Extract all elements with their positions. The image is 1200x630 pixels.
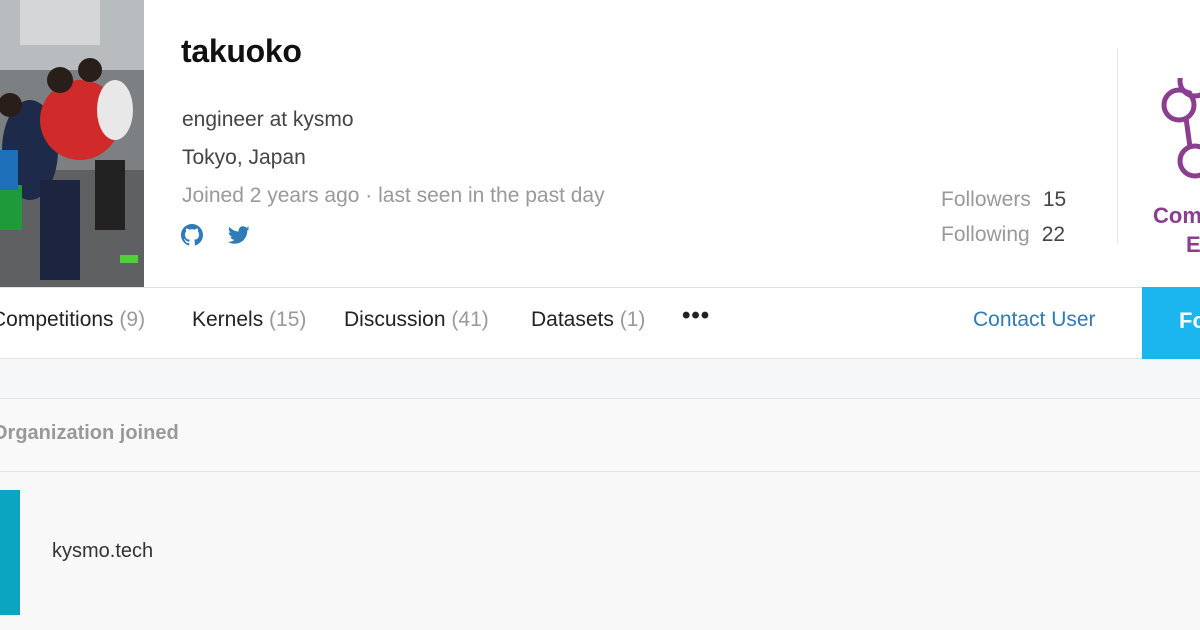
followers-label: Followers — [941, 187, 1031, 211]
organizations-section: Organization joined kysmo.tech — [0, 399, 1200, 630]
tier-badge-icon — [1150, 63, 1200, 193]
joined-status: Joined 2 years ago · last seen in the pa… — [182, 184, 605, 207]
tier-label-line2: E — [1186, 232, 1200, 257]
section-title: Organization joined — [0, 422, 179, 444]
followers-count: 15 — [1042, 187, 1067, 211]
tab-competitions[interactable]: Competitions (9) — [0, 308, 145, 332]
header-divider — [1117, 48, 1118, 243]
organization-logo[interactable] — [0, 490, 20, 615]
tier-label-line1: Com — [1153, 203, 1200, 228]
github-icon[interactable] — [181, 224, 203, 246]
following-label: Following — [941, 222, 1030, 246]
organizations-header: Organization joined — [0, 399, 1200, 472]
tab-label: Kernels — [192, 308, 264, 331]
follow-stats: Followers 15 Following 22 — [941, 182, 1066, 252]
username: takuoko — [181, 33, 302, 69]
tab-datasets[interactable]: Datasets (1) — [531, 308, 645, 332]
tab-count: (1) — [619, 308, 646, 331]
profile-header: takuoko engineer at kysmo Tokyo, Japan J… — [0, 0, 1200, 287]
more-menu-icon[interactable]: ••• — [682, 302, 710, 330]
social-links — [181, 224, 250, 246]
tab-label: Competitions — [0, 308, 114, 331]
tab-count: (9) — [119, 308, 146, 331]
bio: engineer at kysmo — [182, 108, 354, 131]
follow-button[interactable]: Fo — [1142, 287, 1200, 359]
organization-name[interactable]: kysmo.tech — [52, 540, 153, 563]
twitter-icon[interactable] — [227, 224, 250, 246]
location: Tokyo, Japan — [182, 146, 306, 169]
contact-user-link[interactable]: Contact User — [973, 308, 1096, 332]
content-spacer — [0, 359, 1200, 399]
tier-label: Com E — [1153, 201, 1200, 259]
avatar[interactable] — [0, 0, 144, 287]
tab-discussion[interactable]: Discussion (41) — [344, 308, 489, 332]
profile-tabs: Competitions (9) Kernels (15) Discussion… — [0, 287, 1200, 359]
avatar-photo — [0, 0, 144, 287]
followers-row[interactable]: Followers 15 — [941, 182, 1066, 217]
following-count: 22 — [1041, 222, 1066, 246]
tab-count: (15) — [269, 308, 307, 331]
following-row[interactable]: Following 22 — [941, 217, 1066, 252]
tab-kernels[interactable]: Kernels (15) — [192, 308, 306, 332]
tab-count: (41) — [451, 308, 489, 331]
tab-label: Datasets — [531, 308, 614, 331]
tab-label: Discussion — [344, 308, 446, 331]
